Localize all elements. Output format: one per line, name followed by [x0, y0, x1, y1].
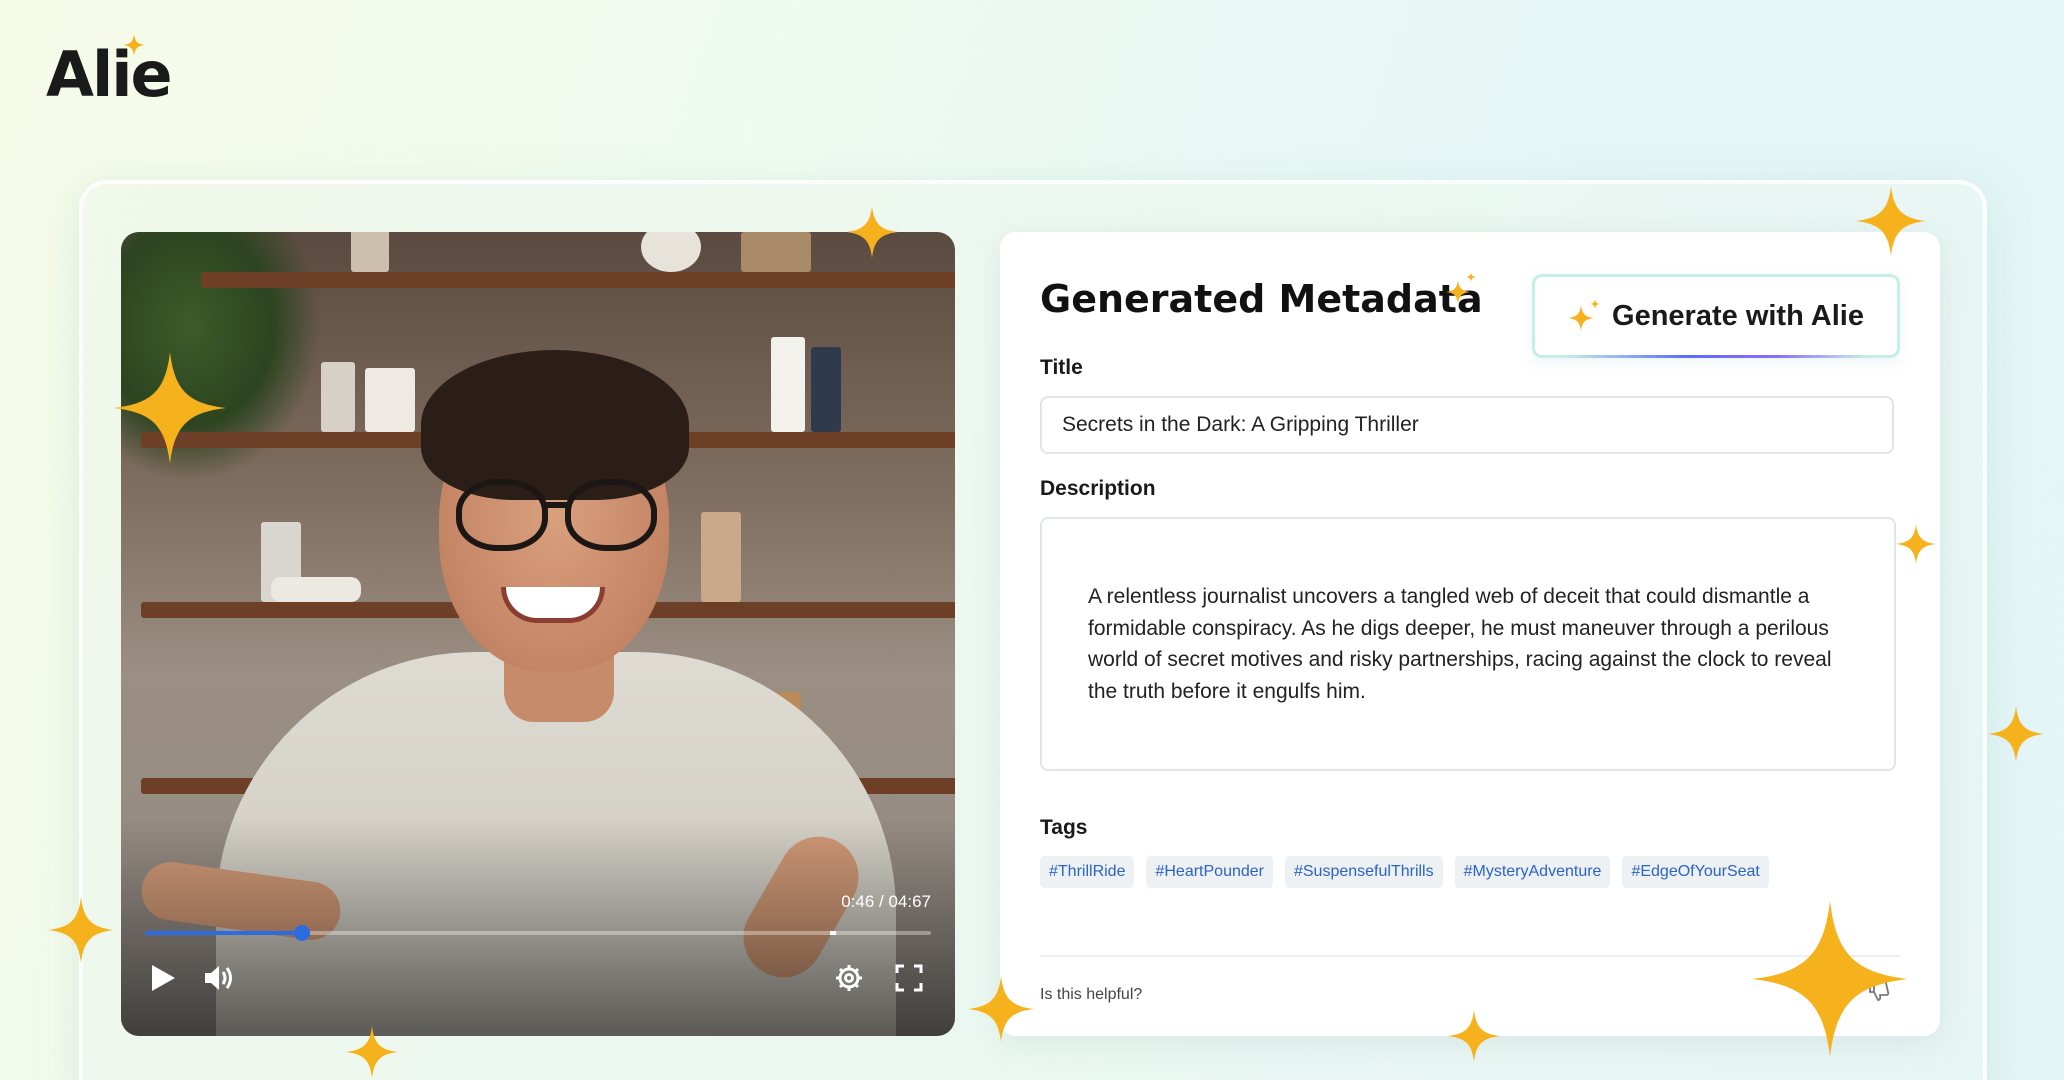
book	[321, 362, 355, 432]
time-display: 0:46 / 04:67	[841, 892, 931, 911]
sparkle-icon	[968, 976, 1034, 1042]
generate-with-alie-button[interactable]: Generate with Alie	[1532, 274, 1900, 358]
sparkle-icon	[1446, 272, 1476, 304]
generate-button-label: Generate with Alie	[1612, 299, 1864, 332]
book	[351, 232, 389, 272]
description-value: A relentless journalist uncovers a tangl…	[1088, 585, 1832, 703]
tag-chip[interactable]: #ThrillRide	[1040, 856, 1135, 888]
progress-track[interactable]	[145, 925, 931, 941]
sparkle-icon	[1568, 299, 1601, 331]
sparkle-icon	[48, 896, 114, 964]
controls-gradient	[121, 816, 955, 1036]
progress-fill	[145, 931, 303, 935]
settings-icon	[836, 965, 862, 991]
sparkle-icon	[846, 204, 898, 260]
sparkle-icon	[1448, 1010, 1500, 1062]
sparkle-icon	[1896, 524, 1936, 564]
tag-chip[interactable]: #EdgeOfYourSeat	[1622, 856, 1769, 888]
sparkle-icon	[1988, 706, 2044, 762]
person-hair	[421, 350, 689, 500]
glasses-lens-left	[456, 479, 548, 551]
book	[741, 232, 811, 272]
button-glow	[1565, 355, 1867, 358]
tag-chip[interactable]: #MysteryAdventure	[1454, 856, 1611, 888]
description-field[interactable]: A relentless journalist uncovers a tangl…	[1040, 517, 1896, 771]
description-label: Description	[1040, 477, 1156, 500]
fullscreen-icon	[895, 964, 923, 992]
play-button[interactable]	[143, 958, 183, 998]
tag-chip[interactable]: #HeartPounder	[1146, 856, 1273, 888]
title-field[interactable]: Secrets in the Dark: A Gripping Thriller	[1040, 396, 1894, 454]
settings-button[interactable]	[829, 958, 869, 998]
buffer-marker	[830, 931, 836, 935]
sparkle-icon	[123, 34, 145, 56]
play-icon	[152, 965, 175, 991]
bowl	[271, 577, 361, 602]
book	[365, 368, 415, 432]
sparkle-icon	[112, 352, 228, 464]
figurine	[701, 512, 741, 602]
title-label: Title	[1040, 356, 1083, 379]
sparkle-icon	[346, 1024, 398, 1080]
logo-text: Alie	[46, 38, 173, 111]
volume-button[interactable]	[199, 958, 239, 998]
tags-label: Tags	[1040, 816, 1088, 839]
shelf	[201, 272, 955, 288]
sparkle-icon	[1854, 186, 1928, 256]
feedback-prompt: Is this helpful?	[1040, 986, 1143, 1003]
glasses-lens-right	[565, 479, 657, 551]
book	[771, 337, 805, 432]
panel-heading: Generated Metadata	[1040, 277, 1483, 321]
alie-logo: Alie	[46, 38, 173, 111]
fullscreen-button[interactable]	[889, 958, 929, 998]
book	[811, 347, 841, 432]
tag-list: #ThrillRide #HeartPounder #SuspensefulTh…	[1040, 856, 1769, 888]
title-value: Secrets in the Dark: A Gripping Thriller	[1062, 413, 1419, 436]
glasses-bridge	[546, 502, 570, 508]
volume-icon	[205, 966, 232, 990]
vase	[641, 232, 701, 272]
tag-chip[interactable]: #SuspensefulThrills	[1284, 856, 1443, 888]
video-player[interactable]: 0:46 / 04:67	[121, 232, 955, 1036]
sparkle-icon	[1752, 900, 1908, 1058]
